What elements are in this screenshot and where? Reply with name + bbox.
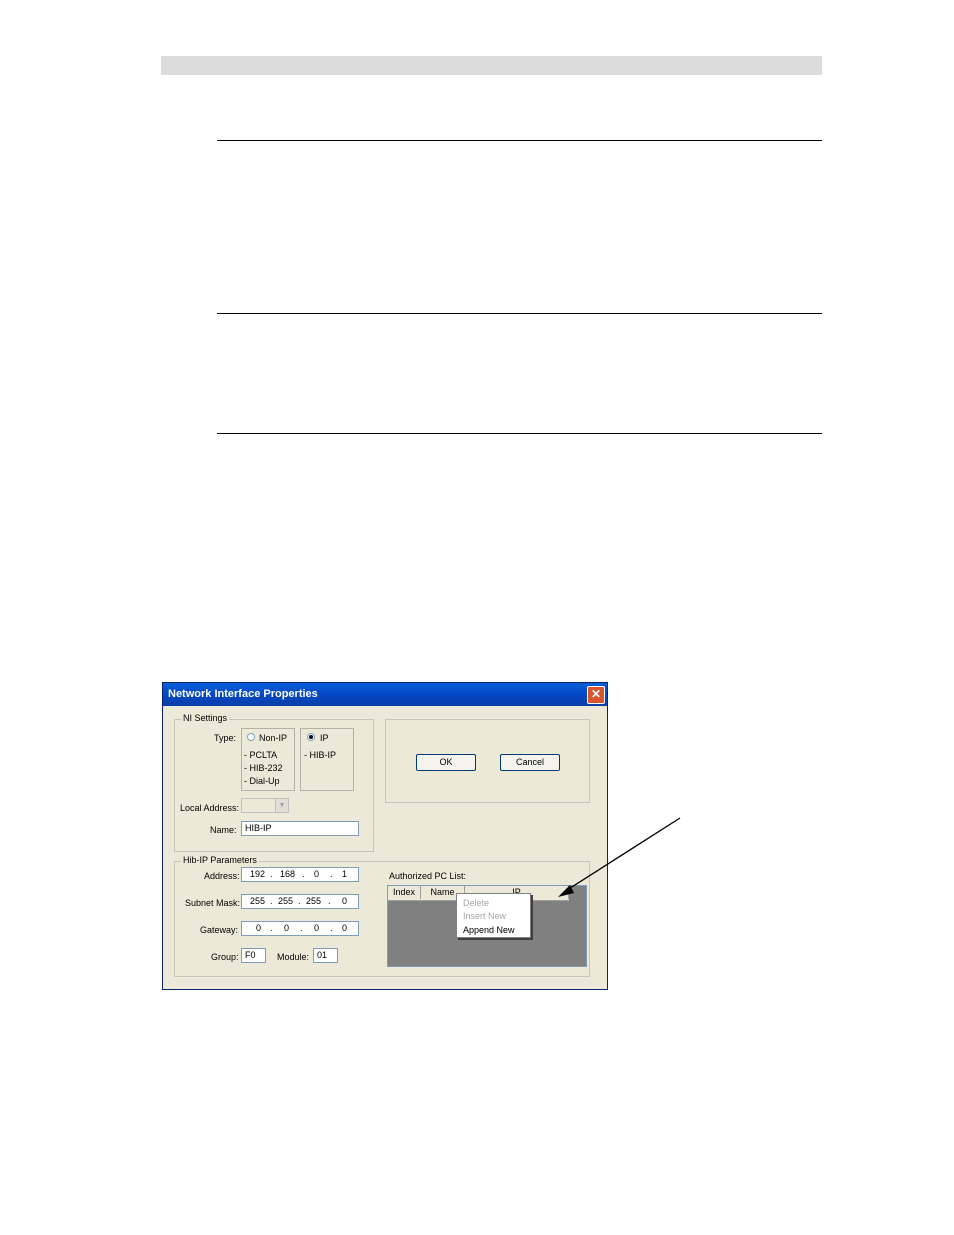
module-value: 01	[317, 950, 328, 960]
ip-octet: 255	[278, 896, 294, 906]
gateway-field[interactable]: 0 . 0 . 0 . 0	[241, 921, 359, 936]
module-label: Module:	[277, 952, 310, 962]
ip-octet: 0	[314, 869, 320, 879]
name-label: Name:	[210, 825, 237, 835]
ip-radio[interactable]	[307, 733, 315, 741]
menu-item-delete[interactable]: Delete	[463, 898, 489, 908]
group-value: F0	[245, 950, 256, 960]
menu-item-insert-new[interactable]: Insert New	[463, 911, 506, 921]
non-ip-item: - Dial-Up	[244, 776, 280, 786]
close-button[interactable]: ✕	[587, 686, 605, 704]
cancel-button[interactable]: Cancel	[500, 754, 560, 771]
ni-settings-legend: NI Settings	[181, 713, 230, 723]
authorized-pc-list-label: Authorized PC List:	[389, 871, 467, 881]
arrow-line	[563, 817, 681, 893]
ip-item: - HIB-IP	[304, 750, 337, 760]
ip-octet: 192	[250, 869, 266, 879]
group-field[interactable]: F0	[241, 948, 266, 963]
ip-octet: 1	[342, 869, 348, 879]
column-header-index[interactable]: Index	[388, 886, 421, 899]
page-header-bar	[161, 56, 822, 75]
ip-octet: 0	[342, 896, 348, 906]
ip-octet: 0	[284, 923, 290, 933]
chevron-down-icon: ▼	[275, 799, 288, 812]
name-field[interactable]: HIB-IP	[241, 821, 359, 836]
divider	[217, 140, 822, 141]
context-menu: Delete Insert New Append New	[456, 893, 531, 938]
type-label: Type:	[214, 733, 237, 743]
ip-label[interactable]: IP	[320, 733, 329, 743]
local-address-dropdown[interactable]: ▼	[241, 798, 289, 813]
menu-item-append-new[interactable]: Append New	[463, 925, 515, 935]
gateway-label: Gateway:	[200, 925, 239, 935]
local-address-label: Local Address:	[180, 803, 240, 813]
ok-button[interactable]: OK	[416, 754, 476, 771]
subnet-mask-field[interactable]: 255 . 255 . 255 . 0	[241, 894, 359, 909]
module-field[interactable]: 01	[313, 948, 338, 963]
network-interface-properties-dialog: Network Interface Properties ✕ NI Settin…	[162, 682, 608, 990]
non-ip-label[interactable]: Non-IP	[259, 733, 287, 743]
dialog-title: Network Interface Properties	[163, 683, 607, 706]
annotation-arrow	[558, 817, 681, 897]
address-field[interactable]: 192 . 168 . 0 . 1	[241, 867, 359, 882]
address-label: Address:	[204, 871, 240, 881]
ip-octet: 0	[342, 923, 348, 933]
non-ip-item: - HIB-232	[244, 763, 283, 773]
ip-octet: 168	[280, 869, 296, 879]
ip-octet: 255	[306, 896, 322, 906]
divider	[217, 313, 822, 314]
non-ip-item: - PCLTA	[244, 750, 278, 760]
group-label: Group:	[211, 952, 239, 962]
hib-ip-legend: Hib-IP Parameters	[181, 855, 259, 865]
name-value: HIB-IP	[245, 823, 272, 833]
ip-octet: 255	[250, 896, 266, 906]
ip-octet: 0	[256, 923, 262, 933]
ip-octet: 0	[314, 923, 320, 933]
subnet-mask-label: Subnet Mask:	[185, 898, 241, 908]
non-ip-radio[interactable]	[247, 733, 255, 741]
divider	[217, 433, 822, 434]
